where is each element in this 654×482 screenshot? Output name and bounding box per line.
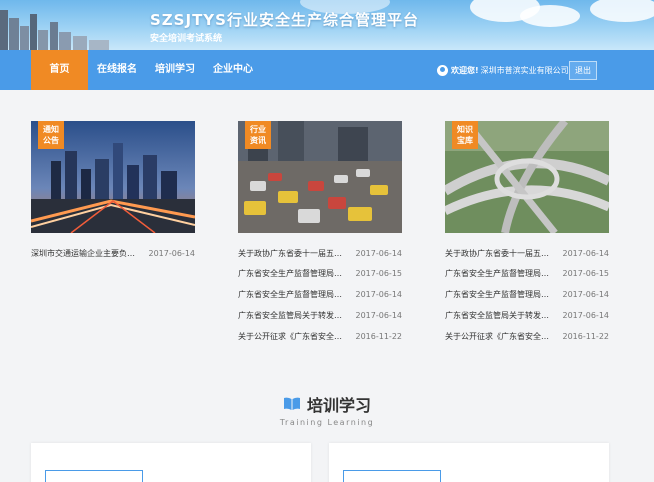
news-date: 2017-06-14 (562, 311, 610, 320)
news-date: 2017-06-14 (562, 290, 610, 299)
company-name: 深圳市普滨实业有限公司 (480, 65, 569, 75)
notice-image[interactable]: 通知 公告 (31, 121, 195, 233)
welcome-text: 欢迎您! (451, 65, 479, 75)
list-item[interactable]: 关于公开征求《广东省安全生产条例》意见 2016-11-22 (238, 330, 402, 344)
news-title[interactable]: 广东省安全生产监督管理局关于开展检查 (238, 288, 346, 302)
list-item[interactable]: 深圳市交通运输企业主要负责人安全培训通知 2017-06-14 (31, 247, 195, 261)
list-item[interactable]: 广东省安全生产监督管理局关于开展检查 2017-06-14 (445, 288, 609, 302)
list-item[interactable]: 广东省安全生产监督管理局关于印发通知 2017-06-15 (238, 267, 402, 281)
list-item[interactable]: 广东省安全生产监督管理局关于开展检查 2017-06-14 (238, 288, 402, 302)
news-title[interactable]: 关于政协广东省委十一届五次会议提案的答复 (238, 247, 346, 261)
site-title: SZSJTYS行业安全生产综合管理平台 (150, 11, 419, 29)
news-title[interactable]: 广东省安全生产监督管理局关于印发通知 (445, 267, 553, 281)
nav-item-training[interactable]: 培训学习 (152, 50, 198, 90)
news-date: 2017-06-14 (355, 249, 403, 258)
news-date: 2017-06-14 (355, 290, 403, 299)
list-item[interactable]: 关于政协广东省委十一届五次会议提案的答复 2017-06-14 (445, 247, 609, 261)
user-icon (437, 64, 448, 76)
list-item[interactable]: 广东省安全监管局关于转发国家安全监管总局 2017-06-14 (238, 309, 402, 323)
main-nav: 首页 在线报名 培训学习 企业中心 欢迎您! 深圳市普滨实业有限公司 退出 (0, 50, 654, 90)
list-item[interactable]: 广东省安全监管局关于转发国家安全监管总局 2017-06-14 (445, 309, 609, 323)
training-section-heading: 培训学习 Training Learning (0, 392, 654, 427)
list-item[interactable]: 广东省安全生产监督管理局关于印发通知 2017-06-15 (445, 267, 609, 281)
nav-item-home[interactable]: 首页 (31, 50, 88, 90)
notice-tag: 通知 公告 (38, 121, 64, 149)
list-item[interactable]: 关于政协广东省委十一届五次会议提案的答复 2017-06-14 (238, 247, 402, 261)
industry-news-tag: 行业 资讯 (245, 121, 271, 149)
nav-item-enterprise-center[interactable]: 企业中心 (210, 50, 256, 90)
cloud-decoration (520, 5, 580, 27)
news-date: 2017-06-14 (148, 249, 196, 258)
logout-button[interactable]: 退出 (569, 61, 597, 80)
cloud-decoration (590, 0, 654, 22)
section-title: 培训学习 (306, 396, 371, 415)
nav-item-online-registration[interactable]: 在线报名 (94, 50, 140, 90)
training-card[interactable] (31, 443, 311, 482)
news-date: 2017-06-15 (562, 269, 610, 278)
knowledge-base-tag: 知识 宝库 (452, 121, 478, 149)
news-date: 2017-06-15 (355, 269, 403, 278)
user-info: 欢迎您! 深圳市普滨实业有限公司 (437, 50, 569, 90)
news-date: 2017-06-14 (355, 311, 403, 320)
industry-news-image[interactable]: 行业 资讯 (238, 121, 402, 233)
section-subtitle: Training Learning (279, 418, 375, 427)
training-card-thumb (343, 470, 441, 482)
header-banner: SZSJTYS行业安全生产综合管理平台 安全培训考试系统 (0, 0, 654, 50)
training-card[interactable] (329, 443, 609, 482)
book-icon (283, 397, 300, 410)
news-title[interactable]: 广东省安全生产监督管理局关于开展检查 (445, 288, 553, 302)
news-date: 2016-11-22 (355, 332, 403, 341)
news-title[interactable]: 关于政协广东省委十一届五次会议提案的答复 (445, 247, 553, 261)
news-title[interactable]: 广东省安全监管局关于转发国家安全监管总局 (445, 309, 553, 323)
news-title[interactable]: 广东省安全生产监督管理局关于印发通知 (238, 267, 346, 281)
news-date: 2016-11-22 (562, 332, 610, 341)
news-title[interactable]: 广东省安全监管局关于转发国家安全监管总局 (238, 309, 346, 323)
knowledge-base-image[interactable]: 知识 宝库 (445, 121, 609, 233)
training-card-thumb (45, 470, 143, 482)
news-date: 2017-06-14 (562, 249, 610, 258)
city-skyline-icon (0, 10, 109, 50)
news-title[interactable]: 深圳市交通运输企业主要负责人安全培训通知 (31, 247, 139, 261)
news-title[interactable]: 关于公开征求《广东省安全生产条例》意见 (238, 330, 346, 344)
list-item[interactable]: 关于公开征求《广东省安全生产条例》意见 2016-11-22 (445, 330, 609, 344)
site-subtitle: 安全培训考试系统 (150, 34, 223, 44)
news-title[interactable]: 关于公开征求《广东省安全生产条例》意见 (445, 330, 553, 344)
